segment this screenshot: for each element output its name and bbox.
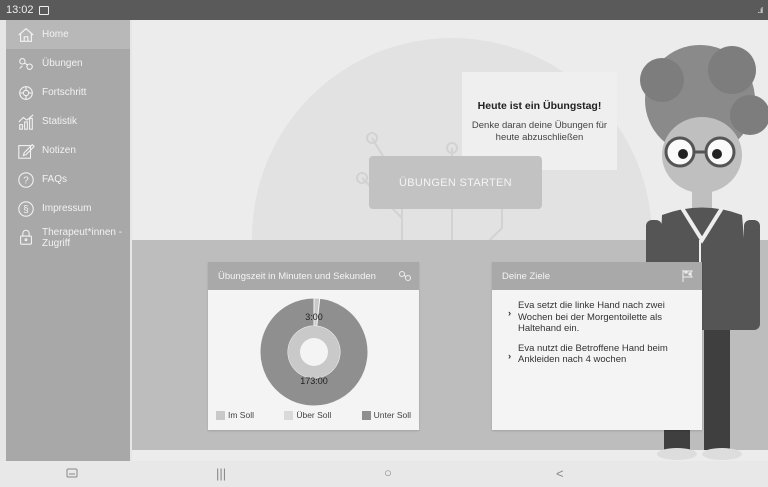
exercises-icon: [397, 268, 413, 284]
home-nav-button[interactable]: ○: [384, 465, 392, 480]
exercises-icon: [16, 54, 36, 74]
exercise-time-card: Übungszeit in Minuten und Sekunden 3:00 1…: [208, 262, 419, 430]
legend-label: Unter Soll: [373, 410, 411, 420]
start-exercises-button[interactable]: ÜBUNGEN STARTEN: [369, 156, 542, 209]
recent-apps-button[interactable]: |||: [216, 466, 226, 481]
lock-icon: [16, 227, 36, 247]
donut-hole: [300, 338, 328, 366]
keyboard-icon[interactable]: [66, 467, 78, 482]
chevron-right-icon: ›: [508, 308, 512, 319]
speech-title: Heute ist ein Übungstag!: [477, 100, 602, 112]
legend-item-ueber-soll: Über Soll: [284, 410, 331, 420]
sidebar-item-progress[interactable]: Fortschritt: [6, 78, 130, 107]
sidebar-item-exercises[interactable]: Übungen: [6, 49, 130, 78]
notes-icon: [16, 141, 36, 161]
sidebar-item-home[interactable]: Home: [6, 20, 130, 49]
home-icon: [16, 25, 36, 45]
legend-item-unter-soll: Unter Soll: [361, 410, 411, 420]
goal-text: Eva setzt die linke Hand nach zwei Woche…: [518, 300, 665, 334]
faq-icon: ?: [16, 170, 36, 190]
goals-card-header: Deine Ziele: [492, 262, 702, 290]
statistics-icon: [16, 112, 36, 132]
card-title: Deine Ziele: [502, 270, 551, 282]
legend-swatch: [284, 410, 294, 420]
legend-item-im-soll: Im Soll: [216, 410, 254, 420]
system-navigation-bar: ||| ○ <: [0, 461, 768, 487]
signal-icon: ..ıl: [757, 5, 764, 15]
exercise-time-card-header: Übungszeit in Minuten und Sekunden: [208, 262, 419, 290]
sidebar-item-notes[interactable]: Notizen: [6, 136, 130, 165]
sidebar-item-label: Therapeut*innen -Zugriff: [42, 227, 123, 249]
flag-icon: [680, 268, 696, 284]
sidebar-item-label: Notizen: [42, 145, 76, 156]
goal-item[interactable]: › Eva nutzt die Betroffene Hand beim Ank…: [492, 343, 702, 366]
sidebar-item-statistics[interactable]: Statistik: [6, 107, 130, 136]
status-time: 13:02: [6, 4, 34, 16]
sidebar-item-imprint[interactable]: § Impressum: [6, 194, 130, 223]
sidebar-item-label: Statistik: [42, 116, 78, 127]
exercise-time-donut-chart: 3:00 173:00: [259, 297, 369, 407]
chart-legend: Im Soll Über Soll Unter Soll: [216, 410, 411, 420]
svg-text:§: §: [23, 204, 29, 215]
sidebar-item-label: FAQs: [42, 174, 68, 185]
goal-item[interactable]: › Eva setzt die linke Hand nach zwei Woc…: [492, 300, 702, 335]
goals-list: › Eva setzt die linke Hand nach zwei Woc…: [492, 290, 702, 366]
donut-data-label: 3:00: [305, 312, 323, 322]
sidebar-item-label: Fortschritt: [42, 87, 87, 98]
goal-text: Eva nutzt die Betroffene Hand beim Ankle…: [518, 342, 668, 366]
main-content: Heute ist ein Übungstag! Denke daran dei…: [132, 20, 768, 461]
sidebar: Home Übungen Fortschritt Statistik Notiz…: [6, 20, 130, 461]
sidebar-item-therapist-access[interactable]: Therapeut*innen -Zugriff: [6, 223, 130, 259]
card-title: Übungszeit in Minuten und Sekunden: [218, 270, 376, 282]
back-nav-button[interactable]: <: [556, 466, 564, 481]
goals-card: Deine Ziele › Eva setzt die linke Hand n…: [492, 262, 702, 430]
svg-text:?: ?: [23, 175, 29, 186]
legend-swatch: [216, 410, 225, 420]
imprint-icon: §: [16, 199, 36, 219]
sidebar-item-label: Übungen: [42, 58, 83, 69]
status-bar: 13:02 ..ıl: [0, 0, 768, 20]
legend-swatch: [361, 410, 371, 420]
legend-label: Im Soll: [228, 410, 254, 420]
progress-icon: [16, 83, 36, 103]
legend-label: Über Soll: [296, 410, 332, 420]
sidebar-item-faqs[interactable]: ? FAQs: [6, 165, 130, 194]
speech-text: Denke daran deine Übungen für heute abzu…: [471, 120, 608, 143]
notification-icon: [38, 5, 49, 15]
sidebar-item-label: Impressum: [42, 203, 92, 214]
sidebar-item-label: Home: [42, 29, 69, 40]
chevron-right-icon: ›: [508, 350, 512, 362]
donut-data-label: 173:00: [300, 376, 328, 386]
